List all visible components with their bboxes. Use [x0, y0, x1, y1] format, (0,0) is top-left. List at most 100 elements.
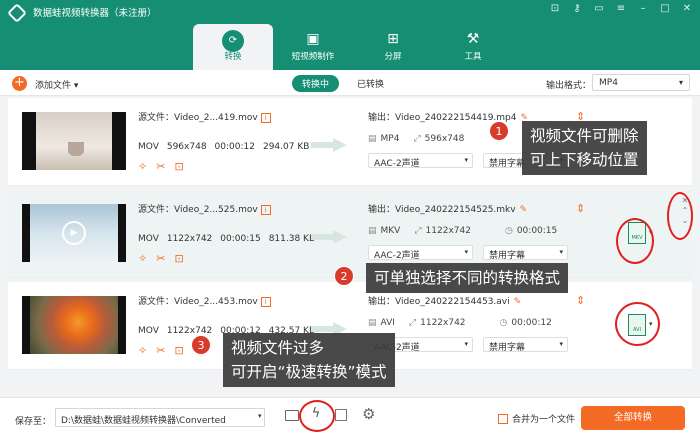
output-file-name: 输出：Video_240222154453.avi ✎	[368, 297, 522, 307]
magic-wand-icon[interactable]: ✧	[138, 252, 147, 265]
output-file-name: 输出：Video_240222154525.mkv ✎	[368, 205, 528, 215]
audio-track-select[interactable]: AAC-2声道 ▾	[368, 153, 473, 169]
maximize-icon[interactable]: □	[658, 3, 672, 14]
play-icon[interactable]: ▶	[62, 221, 86, 245]
split-icon[interactable]: ⇕	[576, 294, 585, 307]
highlight-ring-format-3	[615, 302, 660, 346]
video-thumbnail[interactable]	[22, 112, 126, 170]
add-file-icon[interactable]: +	[12, 76, 27, 91]
tab-short-video-label: 短视频制作	[291, 52, 335, 62]
tab-split-screen[interactable]: ⊞ 分屏	[353, 24, 433, 66]
chat-icon[interactable]: ▭	[592, 3, 606, 14]
convert-arrow-icon	[311, 138, 347, 152]
toolbar: + 添加文件 ▾ 转换中 已转换 输出格式： MP4 ▾	[0, 70, 700, 96]
tab-convert[interactable]: ⟳ 转换	[193, 24, 273, 70]
source-file-name: 源文件：Video_2...525.mov i	[138, 202, 271, 215]
clock-icon: ◷	[504, 226, 513, 236]
audio-track-select[interactable]: AAC-2声道 ▾	[368, 245, 473, 261]
subtitle-edit-icon[interactable]: ⊡	[174, 344, 183, 357]
merge-checkbox[interactable]: 合并为一个文件	[498, 412, 575, 425]
annotation-note-1: 视频文件可删除 可上下移动位置	[522, 121, 647, 175]
converted-tab[interactable]: 已转换	[347, 75, 394, 92]
annotation-note-2: 可单独选择不同的转换格式	[366, 263, 569, 293]
highlight-ring-row-controls	[667, 192, 693, 240]
pencil-icon[interactable]: ✎	[514, 297, 522, 307]
file-row[interactable]: ▶ 源文件：Video_2...525.mov i MOV 1122x742 00:0…	[8, 190, 692, 278]
output-props: ▤ MP4 ⤢ 596x748	[368, 134, 465, 144]
scissors-icon[interactable]: ✂	[156, 160, 165, 173]
window-controls: ⊡ ⚷ ▭ ≡ – □ ✕	[548, 3, 694, 14]
scissors-icon[interactable]: ✂	[156, 252, 165, 265]
app-title: 数据蛙视频转换器（未注册）	[33, 8, 157, 19]
output-props: ▤ AVI ⤢ 1122x742 ◷ 00:00:12	[368, 318, 552, 328]
magic-wand-icon[interactable]: ✧	[138, 344, 147, 357]
resolution-icon: ⤢	[414, 226, 422, 236]
gear-icon[interactable]: ⚙	[362, 405, 375, 423]
video-thumbnail[interactable]: ▶	[22, 204, 126, 262]
converting-tab[interactable]: 转换中	[292, 75, 340, 92]
annotation-badge-1: 1	[489, 121, 509, 141]
convert-all-button[interactable]: 全部转换	[581, 406, 685, 430]
source-file-name: 源文件：Video_2...419.mov i	[138, 110, 271, 123]
edit-actions: ✧ ✂ ⊡	[138, 160, 184, 173]
source-file-name: 源文件：Video_2...453.mov i	[138, 294, 271, 307]
highlight-ring-speed	[299, 400, 335, 432]
resolution-icon: ⤢	[413, 134, 421, 144]
info-icon: i	[260, 113, 271, 123]
menu-icon[interactable]: ≡	[614, 3, 628, 14]
save-path-field[interactable]: D:\数据蛙\数据蛙视频转换器\Converted	[55, 408, 265, 427]
output-format-select[interactable]: MP4 ▾	[592, 74, 690, 91]
close-icon[interactable]: ✕	[680, 3, 694, 14]
format-icon: ▤	[368, 226, 377, 236]
hardware-acceleration-icon[interactable]	[335, 409, 347, 421]
folder-icon[interactable]	[285, 410, 299, 421]
magic-wand-icon[interactable]: ✧	[138, 160, 147, 173]
add-file-button[interactable]: 添加文件 ▾	[35, 78, 78, 91]
format-icon: ▤	[368, 318, 377, 328]
highlight-ring-format-2	[616, 218, 654, 264]
split-screen-icon: ⊞	[387, 31, 399, 47]
source-meta: MOV 1122x742 00:00:15 811.38 KB	[138, 234, 316, 244]
video-thumbnail[interactable]	[22, 296, 126, 354]
pencil-icon[interactable]: ✎	[520, 205, 528, 215]
tab-tools-label: 工具	[464, 52, 482, 62]
tab-short-video[interactable]: ▣ 短视频制作	[273, 24, 353, 66]
toolbox-icon: ⚒	[466, 31, 480, 47]
annotation-badge-2: 2	[334, 266, 354, 286]
main-tabs: ⟳ 转换 ▣ 短视频制作 ⊞ 分屏 ⚒ 工具	[193, 24, 513, 70]
format-icon: ▤	[368, 134, 377, 144]
key-icon[interactable]: ⚷	[570, 3, 584, 14]
subtitle-edit-icon[interactable]: ⊡	[174, 252, 183, 265]
output-format-label: 输出格式：	[546, 81, 592, 91]
cart-icon[interactable]: ⊡	[548, 3, 562, 14]
app-logo-icon	[7, 3, 27, 23]
chevron-down-icon: ▾	[678, 78, 683, 87]
clock-icon: ◷	[499, 318, 508, 328]
convert-arrow-icon	[311, 230, 347, 244]
subtitle-select[interactable]: 禁用字幕▾	[483, 337, 568, 353]
chevron-down-icon[interactable]: ▾	[258, 412, 262, 420]
source-meta: MOV 596x748 00:00:12 294.07 KB	[138, 142, 310, 152]
image-icon: ▣	[306, 31, 320, 47]
edit-actions: ✧ ✂ ⊡	[138, 252, 184, 265]
edit-actions: ✧ ✂ ⊡	[138, 344, 184, 357]
save-to-label: 保存至：	[15, 417, 52, 427]
subtitle-select[interactable]: 禁用字幕▾	[483, 245, 568, 261]
info-icon: i	[260, 297, 271, 307]
annotation-badge-3: 3	[191, 335, 211, 355]
scissors-icon[interactable]: ✂	[156, 344, 165, 357]
checkbox-icon	[498, 414, 508, 424]
app-header: 数据蛙视频转换器（未注册） ⊡ ⚷ ▭ ≡ – □ ✕ ⟳ 转换 ▣ 短视频制作…	[0, 0, 700, 70]
bottom-bar: 保存至： D:\数据蛙\数据蛙视频转换器\Converted ▾ ϟ ⚙ 合并为…	[0, 397, 700, 443]
annotation-note-3: 视频文件过多 可开启“极速转换”模式	[223, 333, 395, 387]
tab-split-screen-label: 分屏	[384, 52, 402, 62]
tab-tools[interactable]: ⚒ 工具	[433, 24, 513, 66]
status-toggle: 转换中 已转换	[292, 75, 394, 92]
subtitle-edit-icon[interactable]: ⊡	[174, 160, 183, 173]
tab-convert-label: 转换	[224, 52, 242, 62]
split-icon[interactable]: ⇕	[576, 202, 585, 215]
resolution-icon: ⤢	[408, 318, 417, 328]
info-icon: i	[260, 205, 271, 215]
convert-icon: ⟳	[193, 28, 273, 52]
minimize-icon[interactable]: –	[636, 3, 650, 14]
